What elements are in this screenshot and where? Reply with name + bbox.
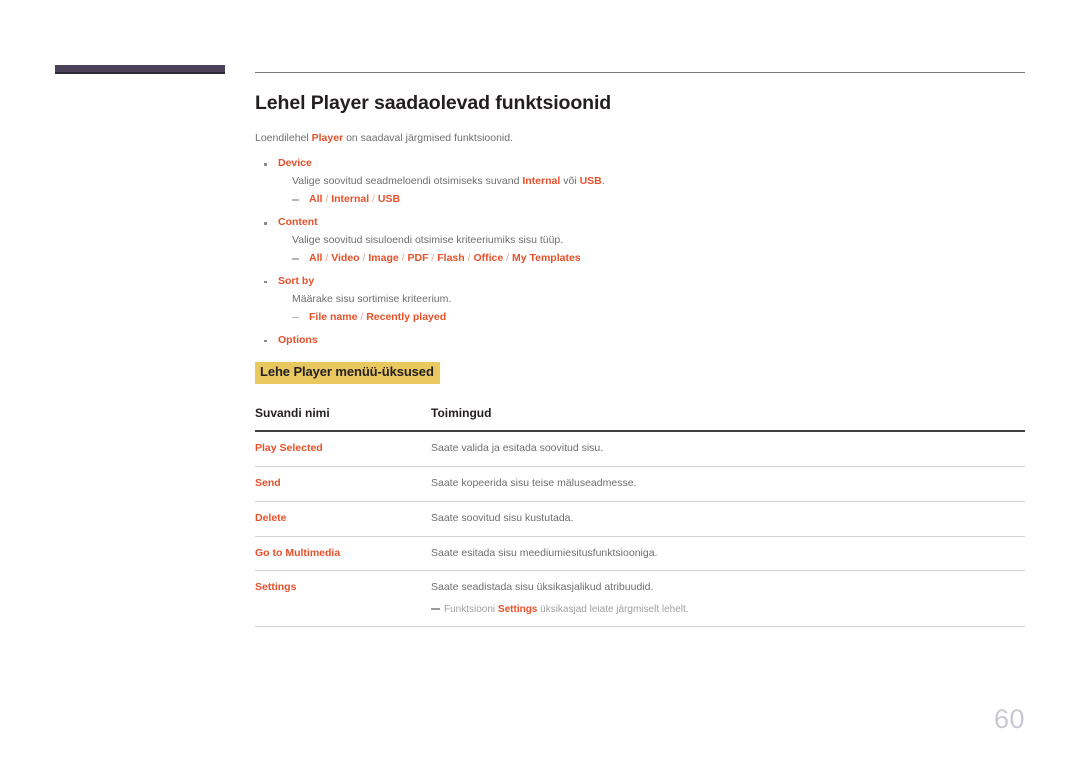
bullet-label-device: Device (255, 156, 1025, 172)
bullet-label-text: Options (278, 333, 318, 346)
option-value: Flash (437, 252, 465, 265)
note-term-settings: Settings (497, 604, 538, 616)
intro-text-after: on saadaval järgmised funktsioonid. (343, 132, 514, 144)
desc-before: Valige soovitud seadmeloendi otsimiseks … (292, 174, 523, 187)
column-header-option-name: Suvandi nimi (255, 406, 431, 433)
option-action-delete: Saate soovitud sisu kustutada. (431, 501, 1025, 537)
option-name-go-to-multimedia: Go to Multimedia (255, 536, 431, 572)
desc-term-usb: USB (579, 174, 602, 187)
bullet-label-text: Content (278, 216, 318, 229)
bullet-label-text: Device (278, 157, 312, 170)
feature-bullet-list: Device Valige soovitud seadmeloendi otsi… (255, 156, 1025, 348)
bullet-label-sort-by: Sort by (255, 274, 1025, 290)
sub-bullet-dash-icon (292, 258, 299, 260)
bullet-dot-icon (264, 280, 267, 284)
option-name-settings: Settings (255, 570, 431, 628)
sub-bullet-dash-icon (292, 199, 299, 201)
option-value: All (309, 252, 323, 265)
option-value: Internal (331, 193, 370, 206)
table-row: Settings Saate seadistada sisu üksikasja… (255, 570, 1025, 628)
highlighted-section-heading: Lehe Player menüü-üksused (255, 362, 440, 385)
list-item: Device Valige soovitud seadmeloendi otsi… (255, 156, 1025, 208)
option-name-delete: Delete (255, 501, 431, 537)
note-text-after: üksikasjad leiate järgmiselt lehelt. (537, 604, 689, 616)
column-header-actions: Toimingud (431, 406, 1025, 433)
page-content: Lehel Player saadaolevad funktsioonid Lo… (255, 92, 1025, 628)
menu-options-table: Suvandi nimi Toimingud Play Selected Saa… (255, 406, 1025, 628)
option-value: Office (473, 252, 504, 265)
option-action-settings: Saate seadistada sisu üksikasjalikud atr… (431, 570, 1025, 628)
sub-bullet-dash-icon (292, 316, 299, 319)
intro-term-player: Player (311, 132, 344, 144)
page-number: 60 (993, 704, 1025, 734)
list-item: Options (255, 333, 1025, 349)
bullet-description-device: Valige soovitud seadmeloendi otsimiseks … (255, 173, 1025, 189)
table-row: Delete Saate soovitud sisu kustutada. (255, 501, 1025, 537)
section-heading-wrapper: Lehe Player menüü-üksused (255, 362, 1025, 385)
settings-note: Funktsiooni Settings üksikasjad leiate j… (431, 602, 1025, 617)
bullet-options-content: All / Video / Image / PDF / Flash / Offi… (255, 250, 1025, 267)
option-name-play-selected: Play Selected (255, 431, 431, 468)
option-value: All (309, 193, 323, 206)
desc-term-internal: Internal (522, 174, 561, 187)
option-value: My Templates (511, 252, 581, 265)
option-value: Image (368, 252, 399, 265)
desc-middle: või (560, 174, 580, 187)
bullet-options-device: All / Internal / USB (255, 191, 1025, 208)
intro-paragraph: Loendilehel Player on saadaval järgmised… (255, 131, 1025, 146)
option-value: Recently played (366, 310, 447, 323)
option-value: File name (309, 310, 358, 323)
page-title: Lehel Player saadaolevad funktsioonid (255, 92, 612, 114)
option-name-send: Send (255, 466, 431, 502)
table-header-row: Suvandi nimi Toimingud (255, 406, 1025, 433)
bullet-label-text: Sort by (278, 274, 315, 287)
option-value: USB (377, 193, 401, 206)
bullet-description-sort-by: Määrake sisu sortimise kriteerium. (292, 292, 452, 305)
intro-text-before: Loendilehel (255, 132, 312, 144)
option-value: Video (331, 252, 360, 265)
note-text-before: Funktsiooni (444, 604, 498, 616)
bullet-dot-icon (264, 339, 267, 343)
note-dash-icon (431, 608, 440, 610)
option-action-send: Saate kopeerida sisu teise mäluseadmesse… (431, 466, 1025, 502)
table-row: Play Selected Saate valida ja esitada so… (255, 431, 1025, 468)
bullet-description-content: Valige soovitud sisuloendi otsimise krit… (292, 233, 564, 246)
bullet-dot-icon (264, 222, 267, 225)
list-item: Content Valige soovitud sisuloendi otsim… (255, 215, 1025, 267)
bullet-options-sort-by: File name / Recently played (255, 309, 1025, 326)
option-value: PDF (407, 252, 429, 265)
option-action-play-selected: Saate valida ja esitada soovitud sisu. (431, 431, 1025, 468)
header-rule (255, 72, 1025, 73)
list-item: Sort by Määrake sisu sortimise kriteeriu… (255, 274, 1025, 326)
table-row: Send Saate kopeerida sisu teise mälusead… (255, 466, 1025, 502)
bullet-label-content: Content (255, 215, 1025, 231)
option-action-settings-text: Saate seadistada sisu üksikasjalikud atr… (431, 581, 654, 594)
bullet-dot-icon (264, 163, 267, 166)
table-row: Go to Multimedia Saate esitada sisu meed… (255, 536, 1025, 572)
bullet-label-options: Options (255, 333, 1025, 349)
header-decorative-bar (55, 65, 225, 74)
option-action-go-to-multimedia: Saate esitada sisu meediumiesitusfunktsi… (431, 536, 1025, 572)
desc-after: . (601, 174, 605, 187)
